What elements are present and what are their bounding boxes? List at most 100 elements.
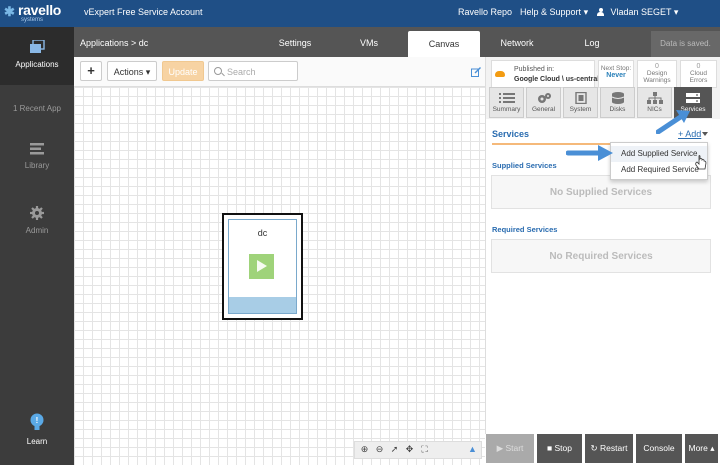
tab-network[interactable]: Network xyxy=(492,38,542,48)
top-bar: ✱ ravello systems vExpert Free Service A… xyxy=(0,0,720,27)
tab-label: System xyxy=(569,106,592,113)
sidebar-item-label: Applications xyxy=(15,60,59,69)
edit-icon[interactable] xyxy=(471,67,481,77)
logo-icon: ✱ xyxy=(4,4,15,19)
tab-vms[interactable]: VMs xyxy=(344,38,394,48)
stop-button[interactable]: ■ Stop xyxy=(537,434,582,463)
restart-icon: ↻ xyxy=(590,443,601,453)
zoom-in-icon[interactable]: ⊕ xyxy=(359,444,370,455)
sidebar-item-label: Library xyxy=(24,161,50,170)
canvas-toolbar: + Actions ▾ Update Search xyxy=(74,57,485,87)
tab-label: Disks xyxy=(609,106,626,113)
chevron-down-icon: ▾ xyxy=(583,7,589,17)
add-service-menu: Add Supplied Service Add Required Servic… xyxy=(610,142,708,180)
pan-icon[interactable]: ✥ xyxy=(404,444,415,455)
ravello-logo[interactable]: ✱ ravello systems xyxy=(4,2,70,25)
collapse-up-icon[interactable]: ▲ xyxy=(467,444,478,455)
services-icon xyxy=(686,93,700,103)
library-icon xyxy=(30,143,44,155)
tab-canvas[interactable]: Canvas xyxy=(408,31,480,57)
account-name: vExpert Free Service Account xyxy=(84,7,203,17)
more-label: More xyxy=(688,443,708,453)
annotation-arrow-icon xyxy=(656,110,690,134)
tab-settings[interactable]: Settings xyxy=(270,38,320,48)
menu-item-add-required-service[interactable]: Add Required Service xyxy=(611,162,707,178)
sidebar-item-applications[interactable]: Applications xyxy=(0,27,74,85)
tab-log[interactable]: Log xyxy=(567,38,617,48)
tab-disks[interactable]: Disks xyxy=(600,87,635,118)
errors-count: 0 xyxy=(696,63,701,70)
sidebar-item-label: Admin xyxy=(25,226,49,235)
vm-action-bar: ▶ Start ■ Stop ↻ Restart Console More ▴ xyxy=(485,434,720,465)
required-services-empty: No Required Services xyxy=(491,239,711,273)
supplied-services-empty: No Supplied Services xyxy=(491,175,711,209)
design-canvas[interactable]: dc ⊕ ⊖ ➚ ✥ ⛶ ▲ xyxy=(74,87,485,465)
update-button[interactable]: Update xyxy=(162,61,204,81)
menu-item-add-supplied-service[interactable]: Add Supplied Service xyxy=(611,146,707,162)
tab-general[interactable]: General xyxy=(526,87,561,118)
sidebar-item-learn[interactable]: ! Learn xyxy=(0,413,74,446)
search-placeholder: Search xyxy=(227,67,256,77)
user-icon xyxy=(597,8,604,16)
vm-play-icon[interactable] xyxy=(249,254,274,279)
app-header-bar: Applications > dc Settings VMs Canvas Ne… xyxy=(74,27,720,57)
gear-icon xyxy=(30,206,44,220)
sidebar-item-label: 1 Recent App xyxy=(12,104,62,113)
search-icon xyxy=(214,67,222,75)
required-services-header: Required Services xyxy=(492,225,558,234)
next-stop-label: Next Stop: xyxy=(600,65,632,72)
sidebar-item-label: Learn xyxy=(26,437,48,446)
help-menu[interactable]: Help & Support ▾ xyxy=(520,7,588,18)
stop-icon: ■ xyxy=(547,443,555,453)
console-button[interactable]: Console xyxy=(636,434,682,463)
zoom-out-icon[interactable]: ⊖ xyxy=(374,444,385,455)
pointer-icon[interactable]: ➚ xyxy=(389,444,400,455)
vm-name: dc xyxy=(257,228,268,238)
sidebar-item-admin[interactable]: Admin xyxy=(0,206,74,235)
bulb-icon: ! xyxy=(30,413,44,430)
stop-label: Stop xyxy=(554,443,573,453)
tab-summary[interactable]: Summary xyxy=(489,87,524,118)
fit-screen-icon[interactable]: ⛶ xyxy=(419,444,430,455)
repo-link[interactable]: Ravello Repo xyxy=(458,7,512,17)
canvas-zoom-controls: ⊕ ⊖ ➚ ✥ ⛶ ▲ xyxy=(354,441,482,459)
cloud-icon xyxy=(495,71,505,77)
disk-icon xyxy=(611,92,624,104)
left-sidebar: Applications 1 Recent App Library Admin … xyxy=(0,27,74,465)
add-vm-button[interactable]: + xyxy=(80,61,102,81)
gears-icon xyxy=(537,93,551,103)
restart-label: Restart xyxy=(600,443,628,453)
search-field[interactable]: Search xyxy=(208,61,298,81)
design-warnings-box[interactable]: 0 Design Warnings xyxy=(637,60,677,88)
network-icon xyxy=(646,92,663,104)
chevron-down-icon: ▾ xyxy=(673,7,679,17)
restart-button[interactable]: ↻ Restart xyxy=(585,434,633,463)
publish-location: Published in: Google Cloud \ us-central1 xyxy=(491,60,603,88)
cloud-errors-box[interactable]: 0 Cloud Errors xyxy=(680,60,717,88)
next-stop-box[interactable]: Next Stop: Never xyxy=(598,60,634,88)
start-button[interactable]: ▶ Start xyxy=(486,434,534,463)
tab-label: Summary xyxy=(492,106,521,113)
vm-card: dc xyxy=(228,219,297,314)
caret-down-icon[interactable] xyxy=(702,132,708,136)
actions-dropdown[interactable]: Actions ▾ xyxy=(107,61,157,81)
errors-label: Cloud Errors xyxy=(689,70,708,84)
vm-node[interactable]: dc xyxy=(222,213,303,320)
vm-status-bar xyxy=(229,297,296,313)
breadcrumb[interactable]: Applications > dc xyxy=(80,38,148,48)
sidebar-item-recent-app[interactable]: 1 Recent App xyxy=(0,104,74,113)
services-title: Services xyxy=(492,129,530,139)
save-status: Data is saved. xyxy=(651,31,720,57)
next-stop-value: Never xyxy=(606,72,626,79)
start-label: Start xyxy=(505,443,524,453)
user-menu[interactable]: Vladan SEGET ▾ xyxy=(597,7,678,18)
actions-label: Actions xyxy=(113,67,144,77)
more-button[interactable]: More ▴ xyxy=(685,434,718,463)
publish-location-value: Google Cloud \ us-central1 xyxy=(514,76,604,83)
caret-down-icon: ▾ xyxy=(145,67,151,77)
tab-system[interactable]: System xyxy=(563,87,598,118)
sidebar-item-library[interactable]: Library xyxy=(0,143,74,170)
stack-icon xyxy=(30,40,45,53)
summary-icon xyxy=(498,93,515,103)
svg-text:!: ! xyxy=(36,416,39,425)
